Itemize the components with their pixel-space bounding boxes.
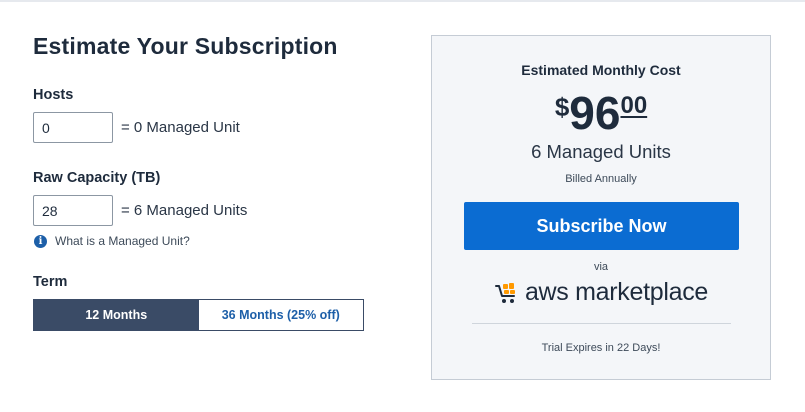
hosts-input[interactable] <box>33 112 113 143</box>
term-label: Term <box>33 274 68 290</box>
managed-unit-info-link[interactable]: What is a Managed Unit? <box>55 234 190 248</box>
raw-capacity-equivalent: = 6 Managed Units <box>121 202 248 219</box>
raw-capacity-label: Raw Capacity (TB) <box>33 170 161 186</box>
subscribe-now-button[interactable]: Subscribe Now <box>464 202 739 250</box>
billing-frequency: Billed Annually <box>565 173 637 185</box>
term-toggle: 12 Months 36 Months (25% off) <box>33 299 364 331</box>
price-cents: 00 <box>620 92 648 119</box>
aws-marketplace-text: aws marketplace <box>524 278 709 306</box>
trial-expiry-notice: Trial Expires in 22 Days! <box>541 342 661 354</box>
page-title: Estimate Your Subscription <box>33 33 338 59</box>
term-12-months-button[interactable]: 12 Months <box>34 300 199 330</box>
estimated-cost-heading: Estimated Monthly Cost <box>521 62 681 78</box>
price-display: $ 96 00 <box>432 90 770 136</box>
hosts-equivalent: = 0 Managed Unit <box>121 119 240 136</box>
term-36-months-button[interactable]: 36 Months (25% off) <box>198 300 363 330</box>
top-divider <box>0 0 805 2</box>
raw-capacity-input[interactable] <box>33 195 113 226</box>
managed-unit-info[interactable]: i What is a Managed Unit? <box>34 234 190 248</box>
hosts-label: Hosts <box>33 87 74 103</box>
aws-marketplace-logo: aws marketplace <box>432 278 770 307</box>
via-label: via <box>593 261 609 273</box>
managed-units-total: 6 Managed Units <box>531 141 671 162</box>
panel-divider <box>472 323 731 324</box>
price-whole: 96 <box>569 87 621 139</box>
info-icon: i <box>34 234 47 248</box>
cost-summary-panel: Estimated Monthly Cost $ 96 00 6 Managed… <box>431 35 771 380</box>
aws-marketplace-cart-icon <box>494 282 515 303</box>
price-currency: $ <box>554 92 570 122</box>
